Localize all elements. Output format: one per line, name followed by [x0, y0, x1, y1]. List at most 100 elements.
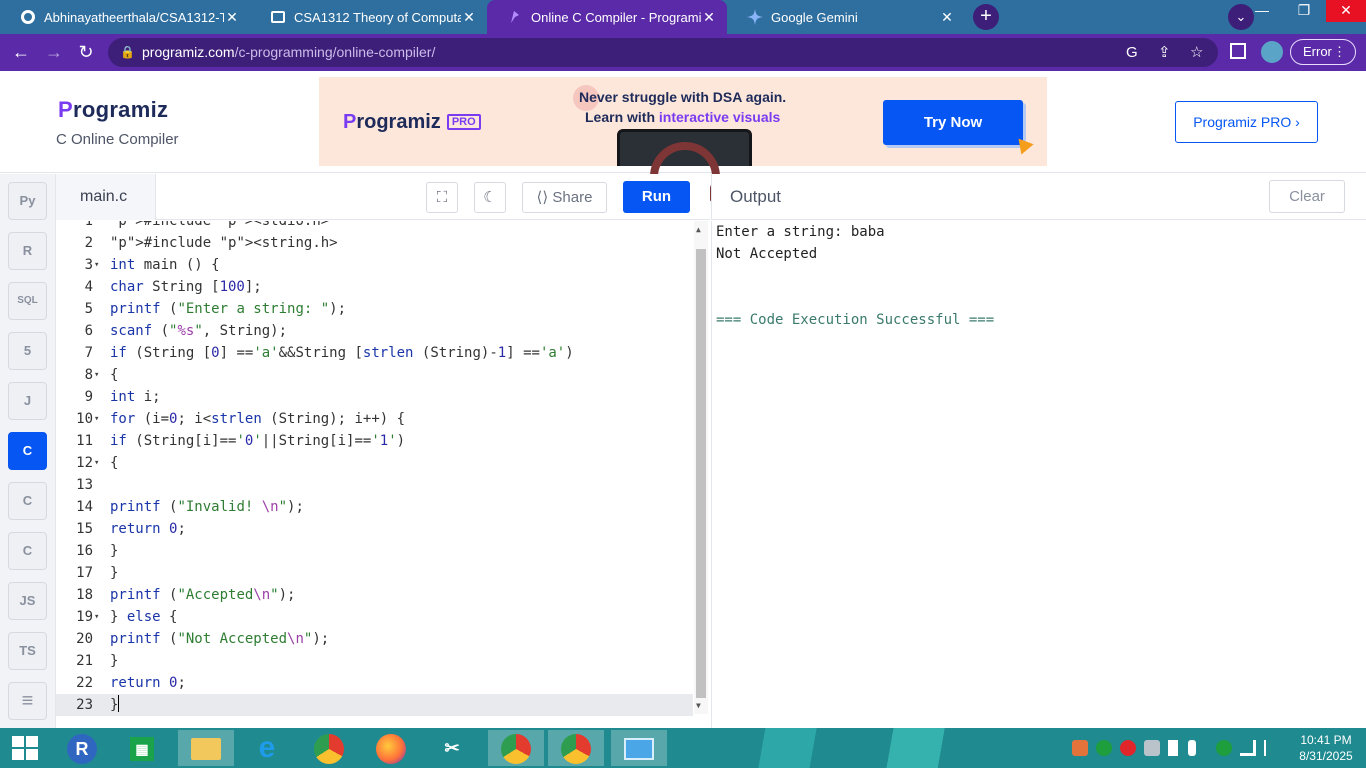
- flag-icon[interactable]: [1264, 740, 1280, 756]
- chrome-profile-icon[interactable]: [488, 730, 544, 766]
- editor-toolbar: main.c ⛶ ☾ ⟨⟩ Share Run: [56, 174, 710, 220]
- snipping-tool-icon[interactable]: ✂: [428, 730, 476, 766]
- store-icon[interactable]: ▦: [118, 730, 166, 766]
- fullscreen-icon[interactable]: ⛶: [426, 182, 458, 213]
- reload-button[interactable]: ↻: [75, 42, 97, 64]
- code-line[interactable]: 3 ▾ int main () {: [56, 254, 693, 276]
- programiz-icon: [507, 9, 523, 25]
- vpn-icon[interactable]: [1216, 740, 1232, 756]
- code-line[interactable]: 14 printf ("Invalid! \n");: [56, 496, 693, 518]
- typescript-icon[interactable]: TS: [8, 632, 47, 670]
- code-line[interactable]: 13: [56, 474, 693, 496]
- share-page-icon[interactable]: ⇪: [1158, 38, 1171, 67]
- html5-icon[interactable]: 5: [8, 332, 47, 370]
- code-line[interactable]: 5 printf ("Enter a string: ");: [56, 298, 693, 320]
- photos-icon[interactable]: [611, 730, 667, 766]
- side-panel-icon[interactable]: [1230, 43, 1246, 59]
- file-tab[interactable]: main.c: [56, 174, 156, 220]
- editor-scrollbar[interactable]: ▲ ▼: [694, 221, 708, 714]
- fold-arrow-icon[interactable]: ▾: [94, 254, 99, 276]
- code-line[interactable]: 10 ▾ for (i=0; i<strlen (String); i++) {: [56, 408, 693, 430]
- tray-app-icon[interactable]: [1072, 740, 1088, 756]
- tab-github[interactable]: Abhinayatheerthala/CSA1312-TC ✕: [0, 0, 250, 34]
- code-line[interactable]: 22 return 0;: [56, 672, 693, 694]
- java-icon[interactable]: J: [8, 382, 47, 420]
- code-line[interactable]: 12 ▾ {: [56, 452, 693, 474]
- tab-classroom[interactable]: CSA1312 Theory of Computation ✕: [250, 0, 487, 34]
- code-line[interactable]: 18 printf ("Accepted\n");: [56, 584, 693, 606]
- windows-start-icon[interactable]: [12, 736, 38, 760]
- network-disconnected-icon[interactable]: [1144, 740, 1160, 756]
- back-button[interactable]: ←: [10, 42, 32, 64]
- scrollbar-thumb[interactable]: [696, 249, 706, 698]
- c-language-icon[interactable]: C: [8, 432, 47, 470]
- code-line[interactable]: 4 char String [100];: [56, 276, 693, 298]
- code-line[interactable]: 2 "p">#include "p"><string.h>: [56, 232, 693, 254]
- code-line[interactable]: 1 "p">#include "p"><stdio.h>: [56, 221, 693, 232]
- chrome-active-icon[interactable]: [548, 730, 604, 766]
- close-icon[interactable]: ✕: [224, 9, 240, 26]
- fold-arrow-icon[interactable]: ▾: [94, 606, 99, 628]
- programiz-logo[interactable]: Programiz: [58, 97, 168, 123]
- close-icon[interactable]: ✕: [461, 9, 477, 26]
- firefox-icon[interactable]: [367, 730, 415, 766]
- fold-arrow-icon[interactable]: ▾: [94, 452, 99, 474]
- r-language-icon[interactable]: R: [8, 232, 47, 270]
- share-button[interactable]: ⟨⟩ Share: [522, 182, 607, 213]
- javascript-icon[interactable]: JS: [8, 582, 47, 620]
- code-line[interactable]: 11 if (String[i]=='0'||String[i]=='1'): [56, 430, 693, 452]
- google-lens-icon[interactable]: G: [1126, 38, 1138, 67]
- code-line[interactable]: 9 int i;: [56, 386, 693, 408]
- error-button[interactable]: Error ⋮: [1290, 39, 1356, 65]
- promo-banner[interactable]: Programiz PRO Never struggle with DSA aga…: [319, 77, 1047, 212]
- code-line[interactable]: 7 if (String [0] =='a'&&String [strlen (S…: [56, 342, 693, 364]
- scroll-down-icon[interactable]: ▼: [696, 701, 701, 710]
- go-language-icon[interactable]: ≡: [8, 682, 47, 720]
- code-line[interactable]: 20 printf ("Not Accepted\n");: [56, 628, 693, 650]
- tab-programiz[interactable]: Online C Compiler - Programiz ✕: [487, 0, 727, 34]
- code-editor[interactable]: 1 "p">#include "p"><stdio.h> 2 "p">#include…: [56, 221, 710, 728]
- close-icon[interactable]: ✕: [939, 9, 955, 26]
- logo-mark: P: [58, 97, 73, 122]
- clear-button[interactable]: Clear: [1269, 180, 1345, 213]
- run-button[interactable]: Run: [623, 181, 690, 213]
- fold-arrow-icon[interactable]: ▾: [94, 364, 99, 386]
- code-line[interactable]: 16}: [56, 540, 693, 562]
- python-icon[interactable]: Py: [8, 182, 47, 220]
- utorrent-icon[interactable]: [1096, 740, 1112, 756]
- restore-button[interactable]: ❐: [1284, 0, 1324, 22]
- opera-icon[interactable]: [1120, 740, 1136, 756]
- code-line[interactable]: 15 return 0;: [56, 518, 693, 540]
- forward-button[interactable]: →: [43, 42, 65, 64]
- try-now-button[interactable]: Try Now: [883, 100, 1023, 145]
- scroll-up-icon[interactable]: ▲: [696, 225, 701, 234]
- code-line[interactable]: 19 ▾} else {: [56, 606, 693, 628]
- minimize-button[interactable]: —: [1242, 0, 1282, 22]
- new-tab-button[interactable]: +: [973, 4, 999, 30]
- sql-icon[interactable]: SQL: [8, 282, 47, 320]
- bookmark-star-icon[interactable]: ☆: [1190, 38, 1203, 67]
- code-line[interactable]: 17}: [56, 562, 693, 584]
- tab-gemini[interactable]: Google Gemini ✕: [727, 0, 965, 34]
- dark-mode-icon[interactable]: ☾: [474, 182, 506, 213]
- fold-arrow-icon[interactable]: ▾: [94, 408, 99, 430]
- programiz-pro-button[interactable]: Programiz PRO ›: [1175, 101, 1318, 143]
- r-app-icon[interactable]: R: [58, 730, 106, 766]
- wifi-signal-icon[interactable]: [1240, 740, 1256, 756]
- code-line[interactable]: 23}: [56, 694, 693, 716]
- code-line[interactable]: 21}: [56, 650, 693, 672]
- code-line[interactable]: 8 ▾ {: [56, 364, 693, 386]
- system-clock[interactable]: 10:41 PM 8/31/2025: [1294, 732, 1358, 764]
- url-bar[interactable]: 🔒 programiz.com/c-programming/online-com…: [108, 38, 1218, 67]
- internet-explorer-icon[interactable]: e: [243, 730, 291, 766]
- csharp-icon[interactable]: C: [8, 532, 47, 570]
- file-explorer-icon[interactable]: [178, 730, 234, 766]
- profile-avatar[interactable]: [1261, 41, 1283, 63]
- cpp-icon[interactable]: C: [8, 482, 47, 520]
- window-close-button[interactable]: ✕: [1326, 0, 1366, 22]
- chrome-icon[interactable]: [305, 730, 353, 766]
- close-icon[interactable]: ✕: [701, 9, 717, 26]
- battery-icon[interactable]: [1188, 740, 1196, 756]
- volume-icon[interactable]: [1168, 740, 1178, 756]
- code-line[interactable]: 6 scanf ("%s", String);: [56, 320, 693, 342]
